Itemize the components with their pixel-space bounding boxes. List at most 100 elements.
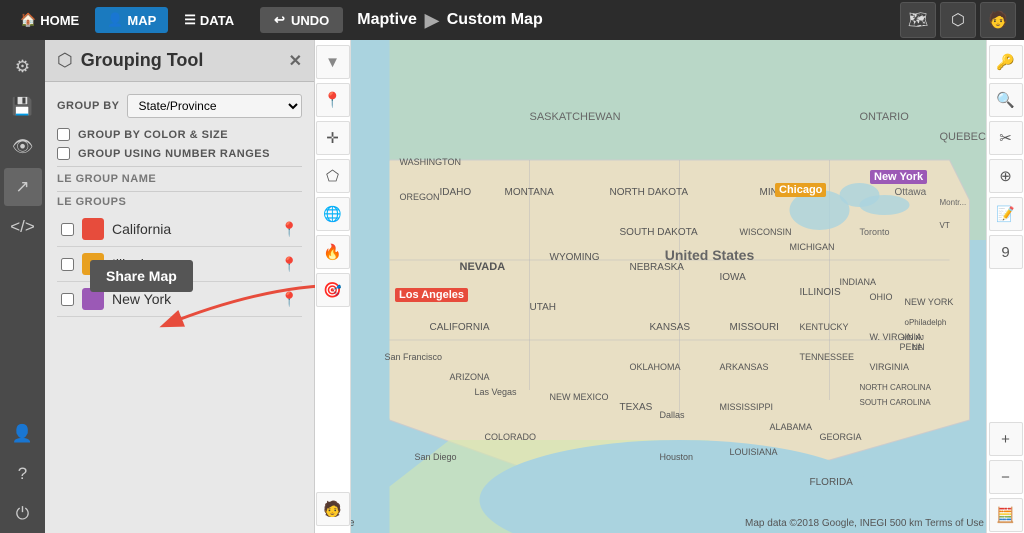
settings-icon[interactable]: ⚙ [4, 48, 42, 86]
user-icon[interactable]: 👤 [4, 415, 42, 453]
svg-text:GEORGIA: GEORGIA [820, 432, 862, 442]
map-svg: NEVADA CALIFORNIA ARIZONA UTAH WYOMING N… [315, 40, 1024, 533]
zoom-minus-tool[interactable]: − [989, 460, 1023, 494]
note-tool[interactable]: 📝 [989, 197, 1023, 231]
layers-button[interactable]: ⬡ [940, 2, 976, 38]
share-map-tooltip: Share Map [90, 260, 193, 292]
svg-text:INDIANA: INDIANA [840, 277, 877, 287]
california-checkbox[interactable] [61, 223, 74, 236]
top-navigation: 🏠 HOME 👤 MAP ☰ DATA ↩ UNDO Maptive ▶ Cus… [0, 0, 1024, 40]
svg-text:FLORIDA: FLORIDA [810, 477, 854, 488]
svg-text:VIRGINIA: VIRGINIA [870, 362, 910, 372]
home-button[interactable]: 🏠 HOME [8, 7, 91, 33]
panel-close-button[interactable]: ✕ [289, 51, 302, 71]
grouping-tool-panel: ⬡ Grouping Tool ✕ GROUP BY State/Provinc… [45, 40, 315, 533]
share-icon[interactable]: ↗ [4, 168, 42, 206]
svg-text:Ottawa: Ottawa [895, 187, 927, 198]
svg-text:NEBRASKA: NEBRASKA [630, 262, 685, 273]
svg-text:TENNESSEE: TENNESSEE [800, 352, 855, 362]
california-pin[interactable]: 📍 [281, 221, 298, 238]
svg-text:MINNESOTA: MINNESOTA [760, 187, 819, 198]
shape-tool[interactable]: ⬠ [316, 159, 350, 193]
svg-text:SOUTH CAROLINA: SOUTH CAROLINA [860, 398, 932, 407]
group-by-row: GROUP BY State/Province City Country [57, 94, 302, 118]
home-icon: 🏠 [20, 12, 36, 28]
newyork-pin[interactable]: 📍 [281, 291, 298, 308]
svg-text:Las Vegas: Las Vegas [475, 387, 518, 397]
share-button[interactable]: 🧑 [980, 2, 1016, 38]
data-button[interactable]: ☰ DATA [172, 7, 246, 33]
number-ranges-label: GROUP USING NUMBER RANGES [78, 148, 270, 160]
svg-text:Dallas: Dallas [660, 410, 686, 420]
group-by-label: GROUP BY [57, 100, 119, 112]
panel-icon: ⬡ [57, 50, 73, 71]
undo-icon: ↩ [274, 12, 285, 28]
key-tool[interactable]: 🔑 [989, 45, 1023, 79]
view-icon[interactable]: 👁 [4, 128, 42, 166]
map-data-attribution: Map data ©2018 Google, INEGI 500 km Term… [745, 518, 984, 529]
svg-text:KENTUCKY: KENTUCKY [800, 322, 849, 332]
svg-text:WASHINGTON: WASHINGTON [400, 157, 462, 167]
svg-text:Houston: Houston [660, 452, 694, 462]
groups-header: LE GROUPS [57, 191, 302, 212]
svg-text:MISSISSIPPI: MISSISSIPPI [720, 402, 774, 412]
svg-text:UTAH: UTAH [530, 302, 556, 313]
code-icon[interactable]: </> [4, 208, 42, 246]
globe-tool[interactable]: 🌐 [316, 197, 350, 231]
target-tool[interactable]: ⊕ [989, 159, 1023, 193]
search-tool[interactable]: 🔍 [989, 83, 1023, 117]
number-ranges-row: GROUP USING NUMBER RANGES [57, 147, 302, 160]
fire-tool[interactable]: 🔥 [316, 235, 350, 269]
map-left-toolbar: ▼ 📍 ✛ ⬠ 🌐 🔥 🎯 🧑 [315, 40, 351, 533]
map-button[interactable]: 👤 MAP [95, 7, 168, 33]
svg-text:COLORADO: COLORADO [485, 432, 537, 442]
pin-tool[interactable]: 📍 [316, 83, 350, 117]
svg-text:ALABAMA: ALABAMA [770, 422, 813, 432]
newyork-checkbox[interactable] [61, 293, 74, 306]
person-tool[interactable]: 🧑 [316, 492, 350, 526]
svg-text:VT: VT [940, 221, 950, 230]
crosshair-tool[interactable]: ✛ [316, 121, 350, 155]
map-area[interactable]: NEVADA CALIFORNIA ARIZONA UTAH WYOMING N… [315, 40, 1024, 533]
color-size-label: GROUP BY COLOR & SIZE [78, 129, 228, 141]
panel-title: Grouping Tool [81, 50, 281, 71]
svg-text:DE: DE [913, 345, 923, 352]
svg-text:LOUISIANA: LOUISIANA [730, 447, 778, 457]
svg-text:ARIZONA: ARIZONA [450, 372, 490, 382]
breadcrumb-arrow: ▶ [425, 10, 439, 31]
svg-text:MISSOURI: MISSOURI [730, 322, 779, 333]
help-icon[interactable]: ? [4, 455, 42, 493]
color-size-row: GROUP BY COLOR & SIZE [57, 128, 302, 141]
group-name-header: LE GROUP NAME [57, 166, 302, 189]
illinois-pin[interactable]: 📍 [281, 256, 298, 273]
svg-text:WISCONSIN: WISCONSIN [740, 227, 792, 237]
calc-tool[interactable]: 🧮 [989, 498, 1023, 532]
zoom-plus-tool[interactable]: + [989, 422, 1023, 456]
chart-tool[interactable]: 🎯 [316, 273, 350, 307]
share-map-button[interactable]: Share Map [90, 260, 193, 292]
power-icon[interactable]: ⏻ [4, 495, 42, 533]
group-item-california: California 📍 [57, 212, 302, 247]
illinois-checkbox[interactable] [61, 258, 74, 271]
breadcrumb: Maptive ▶ Custom Map [357, 10, 542, 31]
svg-text:MD NJ: MD NJ [903, 335, 924, 342]
undo-button[interactable]: ↩ UNDO [260, 7, 343, 33]
filter-tool[interactable]: ▼ [316, 45, 350, 79]
number-ranges-checkbox[interactable] [57, 147, 70, 160]
california-group-name: California [112, 221, 273, 237]
save-icon[interactable]: 💾 [4, 88, 42, 126]
svg-text:oPhiladelph: oPhiladelph [905, 318, 947, 327]
svg-text:MONTANA: MONTANA [505, 187, 555, 198]
svg-text:KANSAS: KANSAS [650, 322, 691, 333]
newyork-group-name: New York [112, 291, 273, 307]
nine-tool[interactable]: 9 [989, 235, 1023, 269]
main-content: ⚙ 💾 👁 ↗ </> 👤 ? ⏻ ⬡ Grouping Tool ✕ GROU… [0, 40, 1024, 533]
svg-text:ARKANSAS: ARKANSAS [720, 362, 769, 372]
panel-body: GROUP BY State/Province City Country GRO… [45, 82, 314, 533]
color-size-checkbox[interactable] [57, 128, 70, 141]
svg-text:Toronto: Toronto [860, 227, 890, 237]
group-by-select[interactable]: State/Province City Country [127, 94, 302, 118]
scissors-tool[interactable]: ✂ [989, 121, 1023, 155]
svg-text:NEVADA: NEVADA [460, 261, 506, 273]
fullscreen-button[interactable]: 🗺 [900, 2, 936, 38]
